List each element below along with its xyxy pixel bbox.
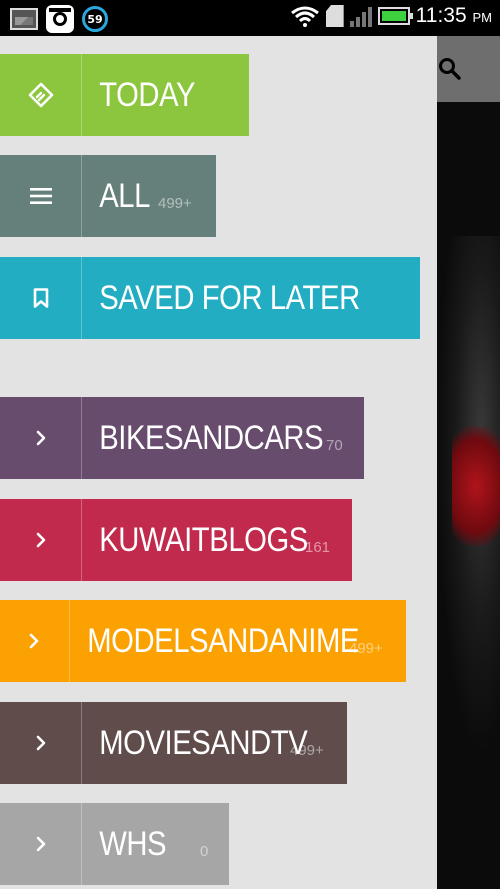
unread-count: 499+ bbox=[290, 742, 324, 759]
chevron-right-icon bbox=[0, 397, 82, 479]
list-icon bbox=[0, 155, 82, 237]
drawer-item-all[interactable]: ALL 499+ bbox=[0, 155, 216, 237]
unread-count: 499+ bbox=[158, 195, 192, 212]
drawer-item-moviesandtv[interactable]: MOVIESANDTV 499+ bbox=[0, 702, 347, 784]
unread-count: 161 bbox=[305, 539, 331, 556]
clock: 11:35 PM bbox=[416, 4, 492, 28]
feedly-icon bbox=[0, 54, 82, 136]
background-toolbar bbox=[437, 36, 500, 102]
clock-ampm: PM bbox=[472, 10, 493, 25]
instagram-notification-icon bbox=[46, 5, 74, 33]
signal-icon bbox=[349, 5, 372, 27]
chevron-right-icon bbox=[0, 702, 82, 784]
drawer-item-label: KUWAITBLOGS bbox=[99, 520, 308, 559]
drawer-item-kuwaitblogs[interactable]: KUWAITBLOGS 161 bbox=[0, 499, 352, 581]
notification-count-badge: 59 bbox=[82, 6, 108, 32]
drawer-item-label: SAVED FOR LATER bbox=[99, 278, 360, 317]
drawer-item-label: ALL bbox=[99, 176, 150, 215]
gallery-notification-icon bbox=[10, 8, 38, 30]
drawer-item-saved-for-later[interactable]: SAVED FOR LATER bbox=[0, 257, 420, 339]
search-icon[interactable] bbox=[437, 56, 461, 80]
drawer-item-label: MODELSANDANIME bbox=[87, 621, 359, 660]
drawer-item-label: WHS bbox=[99, 824, 167, 863]
unread-count: 0 bbox=[200, 843, 209, 860]
background-image-highlight bbox=[452, 426, 500, 546]
status-bar: 59 11:35 PM bbox=[0, 0, 500, 36]
drawer-item-today[interactable]: TODAY bbox=[0, 54, 249, 136]
navigation-drawer: TODAY ALL 499+ SAVED FOR LATER BIKESANDC… bbox=[0, 36, 437, 889]
chevron-right-icon bbox=[0, 803, 82, 885]
drawer-item-modelsandanime[interactable]: MODELSANDANIME 499+ bbox=[0, 600, 406, 682]
chevron-right-icon bbox=[0, 600, 70, 682]
drawer-item-bikesandcars[interactable]: BIKESANDCARS 70 bbox=[0, 397, 364, 479]
drawer-item-whs[interactable]: WHS 0 bbox=[0, 803, 229, 885]
drawer-item-label: TODAY bbox=[99, 75, 196, 114]
bookmark-icon bbox=[0, 257, 82, 339]
chevron-right-icon bbox=[0, 499, 82, 581]
drawer-item-label: MOVIESANDTV bbox=[99, 723, 308, 762]
drawer-item-label: BIKESANDCARS bbox=[99, 418, 324, 457]
unread-count: 70 bbox=[326, 437, 343, 454]
background-content bbox=[437, 36, 500, 889]
unread-count: 499+ bbox=[349, 640, 383, 657]
battery-icon bbox=[377, 7, 413, 25]
wifi-icon bbox=[290, 6, 319, 27]
clock-time: 11:35 bbox=[415, 4, 467, 27]
sd-card-icon bbox=[325, 5, 344, 27]
